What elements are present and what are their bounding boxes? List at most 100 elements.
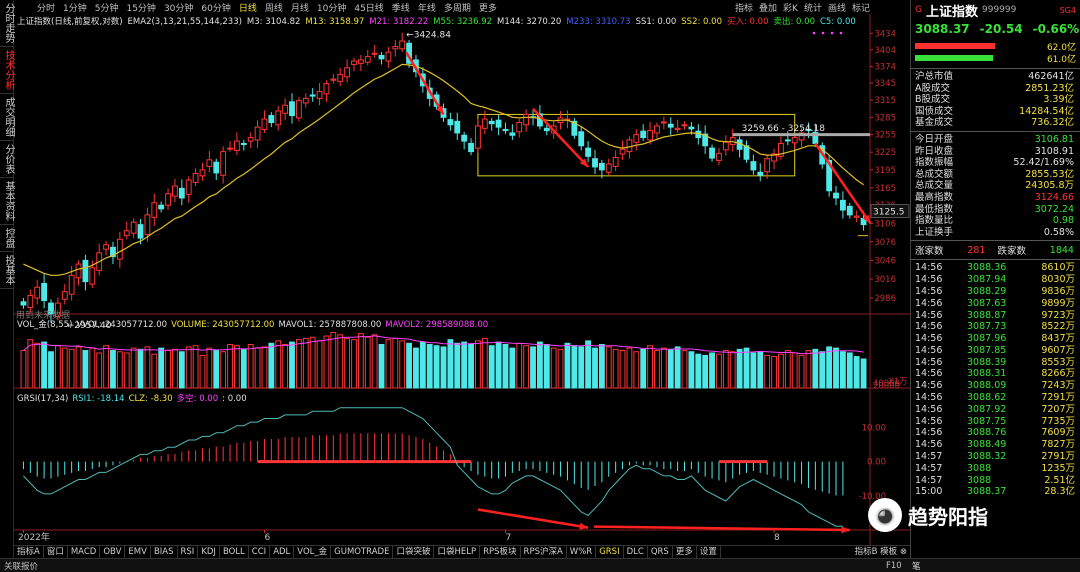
indicator-tab-21[interactable]: 更多 [673, 546, 697, 558]
volume-bar [550, 347, 557, 389]
volume-bar [468, 344, 474, 389]
volume-bar [798, 354, 805, 389]
volume-bar [82, 350, 89, 389]
trade-time: 15:00 [915, 486, 943, 498]
indicator-b-tab[interactable]: 指标B 模板 ⊗ [852, 546, 910, 558]
candle-body [688, 126, 695, 130]
indicator-tab-0[interactable]: 指标A [14, 546, 44, 558]
candle-body [151, 202, 158, 218]
volume-bar [860, 358, 867, 389]
indicator-tab-19[interactable]: DLC [624, 546, 648, 558]
candle-body [399, 40, 406, 50]
price-axis-tick: 3076 [874, 238, 896, 248]
f10-button[interactable]: F10 [886, 561, 902, 571]
volume-bar [399, 340, 406, 389]
volume-bar [206, 347, 213, 389]
candle-body [227, 147, 233, 150]
candle-body [605, 163, 612, 173]
trade-volume: 7207万 [1041, 403, 1075, 415]
indicator-tab-1[interactable]: 窗口 [44, 546, 68, 558]
indicator-tab-7[interactable]: KDJ [198, 546, 220, 558]
volume-bar [289, 341, 295, 389]
price-axis-tick: 3225 [874, 148, 896, 158]
stat2-value: 3106.81 [1034, 133, 1074, 145]
stats-list: 沪总市值 462641亿 A股成交 2851.23亿 B股成交 3.39亿 国债成交 1428… [911, 71, 1080, 129]
price-indicator-11: 卖出: 0.00 [773, 17, 815, 27]
indicator-tab-4[interactable]: EMV [125, 546, 151, 558]
stat2-label: 今日开盘 [915, 133, 954, 145]
volume-bar [695, 353, 702, 389]
time-axis-label: 6 [264, 533, 270, 543]
stat2-label: 指数振幅 [915, 157, 954, 169]
trade-row: 14:56 3088.87 9723万 [911, 310, 1080, 322]
trade-row: 14:56 3088.39 8553万 [911, 357, 1080, 369]
volume-indicator-2: VOLUME: 243057712.00 [171, 320, 275, 330]
volume-bar [247, 344, 254, 389]
trade-row: 14:56 3087.63 9899万 [911, 298, 1080, 310]
volume-bar [626, 347, 633, 389]
volume-bar [110, 350, 116, 389]
trade-price: 3088.31 [967, 368, 1007, 380]
indicator-tab-15[interactable]: RPS板块 [480, 546, 521, 558]
trade-ticks[interactable]: 14:56 3088.36 8610万 14:56 3087.94 8030万 14:56 3… [911, 262, 1080, 498]
volume-bar [68, 348, 75, 389]
indicator-tab-10[interactable]: ADL [270, 546, 295, 558]
candle-body [61, 291, 68, 300]
volume-bar [96, 352, 103, 389]
candle-body [206, 159, 213, 167]
candle-body [172, 185, 178, 197]
indicator-tab-22[interactable]: 设置 [697, 546, 721, 558]
trade-time: 14:56 [915, 380, 943, 392]
left-tab-0[interactable]: 分时走势 [0, 0, 14, 47]
volume-indicator-line: VOL_金(8,55) VVOL: 243057712.00 VOLUME: 243… [17, 318, 492, 330]
volume-bar [426, 344, 433, 389]
chart-area[interactable]: 3434 3404 3374 3345 3315 3285 3255 3225 3195 3165… [14, 0, 910, 545]
candle-body [240, 142, 247, 146]
status-link-quote[interactable]: 关联报价 [4, 560, 38, 572]
indicator-tab-9[interactable]: CCI [249, 546, 271, 558]
trade-price: 3087.92 [967, 403, 1007, 415]
indicator-tab-18[interactable]: GRSI [596, 546, 624, 558]
bi-button[interactable]: 笔 [912, 560, 921, 572]
trade-volume: 1235万 [1041, 462, 1075, 474]
indicator-tab-17[interactable]: W%R [567, 546, 597, 558]
left-tab-4[interactable]: 基本资料 [0, 178, 14, 225]
indicator-tab-6[interactable]: RSI [178, 546, 199, 558]
stat2-value: 3108.91 [1034, 145, 1074, 157]
candle-body [626, 139, 633, 153]
left-tab-3[interactable]: 分价表 [0, 141, 14, 178]
indicator-tab-12[interactable]: GUMOTRADE [331, 546, 394, 558]
trade-row: 14:56 3088.09 7243万 [911, 380, 1080, 392]
trade-row: 14:56 3088.76 7609万 [911, 427, 1080, 439]
volume-bar [481, 337, 488, 389]
left-tab-2[interactable]: 成交明细 [0, 94, 14, 141]
volume-bar [543, 344, 550, 389]
left-tab-6[interactable]: 投基本 [0, 252, 14, 289]
volume-bar [406, 342, 412, 389]
volume-bar [302, 337, 309, 389]
volume-bar [805, 350, 812, 389]
flow-bars: 62.0亿 61.0亿 [911, 38, 1080, 66]
candle-body [481, 118, 488, 129]
indicator-tab-5[interactable]: BIAS [151, 546, 178, 558]
indicator-tab-3[interactable]: OBV [100, 546, 126, 558]
stat2-value: 0.58% [1043, 226, 1074, 238]
indicator-tab-16[interactable]: RPS沪深A [521, 546, 567, 558]
indicator-tab-13[interactable]: 口袋突破 [393, 546, 435, 558]
trade-volume: 8522万 [1041, 321, 1075, 333]
trade-volume: 9836万 [1041, 285, 1075, 297]
left-tab-1[interactable]: 技术分析 [0, 47, 14, 94]
volume-bar [598, 344, 605, 389]
grsi-indicator-3: 多空: 0.00 [176, 394, 219, 404]
indicator-tab-8[interactable]: BOLL [220, 546, 249, 558]
candle-body [660, 121, 667, 124]
indicator-tab-20[interactable]: QRS [648, 546, 673, 558]
left-tab-5[interactable]: 控盘 [0, 225, 14, 252]
trade-time: 14:56 [915, 321, 943, 333]
indicator-tab-2[interactable]: MACD [68, 546, 101, 558]
indicator-tab-14[interactable]: 口袋HELP [434, 546, 481, 558]
trade-time: 14:57 [915, 451, 943, 463]
up-count: 281 [967, 244, 986, 256]
trade-row: 14:56 3088.49 7827万 [911, 439, 1080, 451]
indicator-tab-11[interactable]: VOL_金 [294, 546, 332, 558]
